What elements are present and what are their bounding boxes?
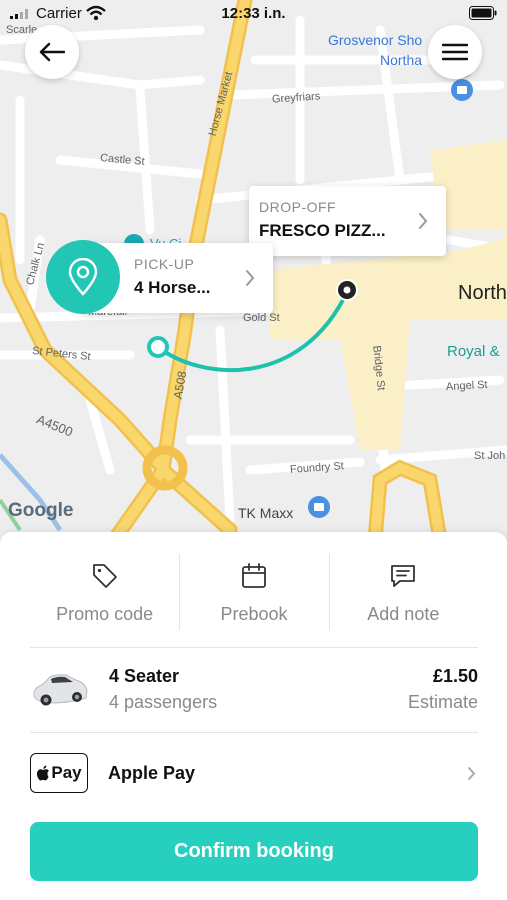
payment-method-label: Apple Pay — [108, 763, 196, 783]
price-value: £1.50 — [432, 666, 478, 686]
chevron-right-icon — [246, 270, 255, 286]
prebook-button[interactable]: Prebook — [179, 550, 328, 648]
vehicle-passengers: 4 passengers — [109, 692, 218, 712]
divider — [30, 732, 478, 733]
arrow-left-icon — [39, 42, 65, 62]
price-estimate-label: Estimate — [407, 692, 478, 712]
location-pin-icon — [68, 258, 98, 296]
promo-code-button[interactable]: Promo code — [30, 550, 179, 648]
hamburger-icon — [442, 43, 468, 61]
map-view[interactable]: Scarle Grosvenor Sho Northa Greyfriars H… — [0, 0, 507, 560]
tag-icon — [92, 564, 117, 588]
apple-pay-badge: Pay — [30, 753, 88, 793]
confirm-booking-button[interactable]: Confirm booking — [30, 822, 478, 881]
action-bar: Promo code Prebook Add note — [30, 550, 478, 648]
map-label: Gold St — [243, 312, 280, 324]
prebook-label: Prebook — [220, 604, 288, 624]
map-label: Grosvenor Sho — [328, 32, 423, 48]
pickup-dot — [147, 336, 169, 358]
booking-sheet: Promo code Prebook Add note 4 Seater 4 p… — [0, 532, 507, 900]
apple-pay-badge-text: Pay — [51, 763, 82, 782]
divider — [30, 647, 478, 648]
battery-icon — [469, 6, 497, 20]
chevron-right-icon — [468, 767, 476, 780]
google-logo: Google — [8, 500, 74, 521]
payment-method-row[interactable]: Pay Apple Pay — [30, 753, 478, 793]
vehicle-option[interactable]: 4 Seater 4 passengers £1.50 Estimate — [30, 666, 478, 716]
note-icon — [391, 565, 416, 587]
map-label: TK Maxx — [238, 505, 294, 521]
tkmaxx-poi-icon — [308, 496, 330, 518]
add-note-button[interactable]: Add note — [328, 550, 478, 648]
status-bar: Carrier 12:33 i.n. — [0, 0, 507, 28]
menu-button[interactable] — [428, 25, 482, 79]
calendar-icon — [242, 563, 266, 588]
pickup-pin-badge — [46, 240, 120, 314]
clock: 12:33 i.n. — [221, 5, 286, 22]
dropoff-callout[interactable]: DROP-OFF FRESCO PIZZ... — [249, 186, 446, 256]
vehicle-name: 4 Seater — [109, 666, 180, 686]
map-label: Northa — [380, 52, 423, 68]
apple-logo-icon — [37, 765, 50, 781]
car-icon — [33, 674, 88, 706]
chevron-right-icon — [419, 213, 428, 229]
promo-code-label: Promo code — [56, 604, 154, 624]
map-label: St Joh — [474, 450, 506, 462]
add-note-label: Add note — [367, 604, 440, 624]
back-button[interactable] — [25, 25, 79, 79]
map-label: Angel St — [445, 378, 488, 394]
map-label: Royal & — [447, 343, 500, 360]
map-label: North — [458, 282, 507, 304]
